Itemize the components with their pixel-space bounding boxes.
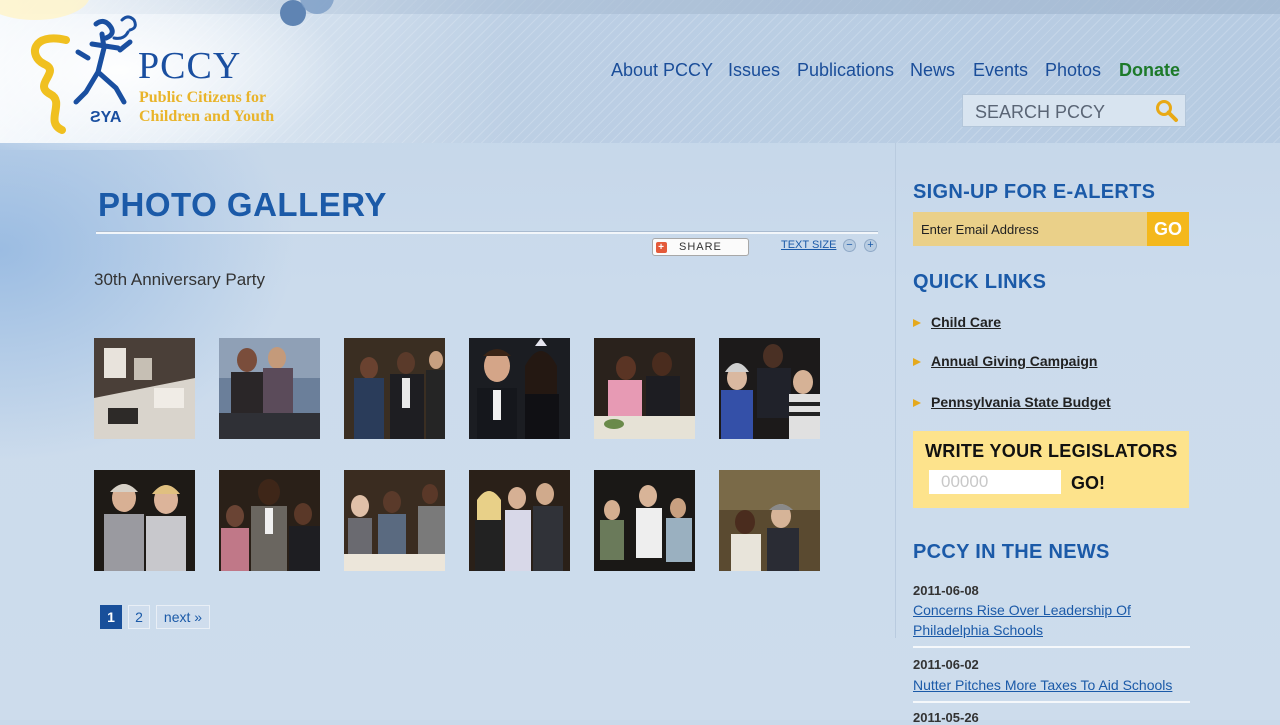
photo-thumbnail[interactable] xyxy=(719,470,820,571)
news-divider xyxy=(913,701,1190,703)
site-search xyxy=(962,94,1186,127)
nav-issues[interactable]: Issues xyxy=(728,60,780,81)
sidebar-divider xyxy=(895,143,896,638)
share-plus-icon: + xyxy=(656,242,667,253)
ealerts-form: GO xyxy=(913,212,1189,246)
photo-thumbnail[interactable] xyxy=(219,470,320,571)
news-divider xyxy=(913,646,1190,648)
logo-figure-icon: ƧYA xyxy=(31,15,137,134)
quick-link-annual-giving[interactable]: Annual Giving Campaign xyxy=(913,353,1097,369)
photo-thumbnail[interactable] xyxy=(344,338,445,439)
page-title: PHOTO GALLERY xyxy=(98,186,387,223)
nav-about[interactable]: About PCCY xyxy=(611,60,713,81)
news-link[interactable]: Concerns Rise Over Leadership Of Philade… xyxy=(913,600,1183,640)
nav-news[interactable]: News xyxy=(910,60,955,81)
nav-photos[interactable]: Photos xyxy=(1045,60,1101,81)
news-heading: PCCY IN THE NEWS xyxy=(913,541,1110,563)
news-link[interactable]: Nutter Pitches More Taxes To Aid Schools xyxy=(913,675,1183,695)
arrow-bullet-icon xyxy=(913,319,921,328)
legislators-go-button[interactable]: GO! xyxy=(1071,473,1105,494)
search-input[interactable] xyxy=(973,100,1147,124)
quick-link-label: Child Care xyxy=(931,314,1002,330)
next-page-button[interactable]: next » xyxy=(156,605,210,629)
logo-tagline: Public Citizens for Children and Youth xyxy=(139,88,309,126)
photo-thumbnail[interactable] xyxy=(344,470,445,571)
nav-donate[interactable]: Donate xyxy=(1119,60,1180,81)
write-legislators-box: WRITE YOUR LEGISLATORS GO! xyxy=(913,431,1189,508)
share-button[interactable]: + SHARE xyxy=(652,238,749,256)
text-size-increase-button[interactable]: + xyxy=(864,239,877,252)
quick-link-state-budget[interactable]: Pennsylvania State Budget xyxy=(913,394,1111,410)
nav-events[interactable]: Events xyxy=(973,60,1028,81)
nav-publications[interactable]: Publications xyxy=(797,60,894,81)
ealerts-go-button[interactable]: GO xyxy=(1147,212,1189,246)
text-size-label[interactable]: TEXT SIZE xyxy=(781,239,836,251)
write-legislators-heading: WRITE YOUR LEGISLATORS xyxy=(925,441,1178,461)
photo-thumbnail[interactable] xyxy=(594,338,695,439)
news-date: 2011-05-26 xyxy=(913,710,979,725)
news-date: 2011-06-08 xyxy=(913,583,979,598)
text-size-decrease-button[interactable]: − xyxy=(843,239,856,252)
photo-thumbnail[interactable] xyxy=(594,470,695,571)
photo-thumbnail[interactable] xyxy=(219,338,320,439)
site-logo[interactable]: ƧYA PCCY Public Citizens for Children an… xyxy=(26,14,296,134)
share-label: SHARE xyxy=(679,241,722,253)
quick-links-heading: QUICK LINKS xyxy=(913,271,1047,293)
svg-text:ƧYA: ƧYA xyxy=(90,109,122,126)
photo-thumbnail[interactable] xyxy=(469,470,570,571)
zip-code-field[interactable] xyxy=(929,470,1061,494)
page-2-button[interactable]: 2 xyxy=(128,605,150,629)
top-bar xyxy=(0,0,1280,14)
logo-wordmark: PCCY xyxy=(138,45,242,87)
logo-tagline-line1: Public Citizens for xyxy=(139,89,267,106)
photo-thumbnail[interactable] xyxy=(94,338,195,439)
news-date: 2011-06-02 xyxy=(913,657,979,672)
ealerts-heading: SIGN-UP FOR E-ALERTS xyxy=(913,181,1156,203)
email-field[interactable] xyxy=(913,212,1147,246)
photo-thumbnail[interactable] xyxy=(94,470,195,571)
magnifier-icon[interactable] xyxy=(1155,99,1179,123)
arrow-bullet-icon xyxy=(913,399,921,408)
quick-link-child-care[interactable]: Child Care xyxy=(913,314,1001,330)
photo-thumbnail[interactable] xyxy=(719,338,820,439)
arrow-bullet-icon xyxy=(913,358,921,367)
quick-link-label: Annual Giving Campaign xyxy=(931,353,1098,369)
title-divider xyxy=(96,231,878,234)
album-title: 30th Anniversary Party xyxy=(94,270,266,289)
page-1-button[interactable]: 1 xyxy=(100,605,122,629)
logo-tagline-line2: Children and Youth xyxy=(139,108,275,125)
quick-link-label: Pennsylvania State Budget xyxy=(931,394,1111,410)
photo-thumbnail[interactable] xyxy=(469,338,570,439)
